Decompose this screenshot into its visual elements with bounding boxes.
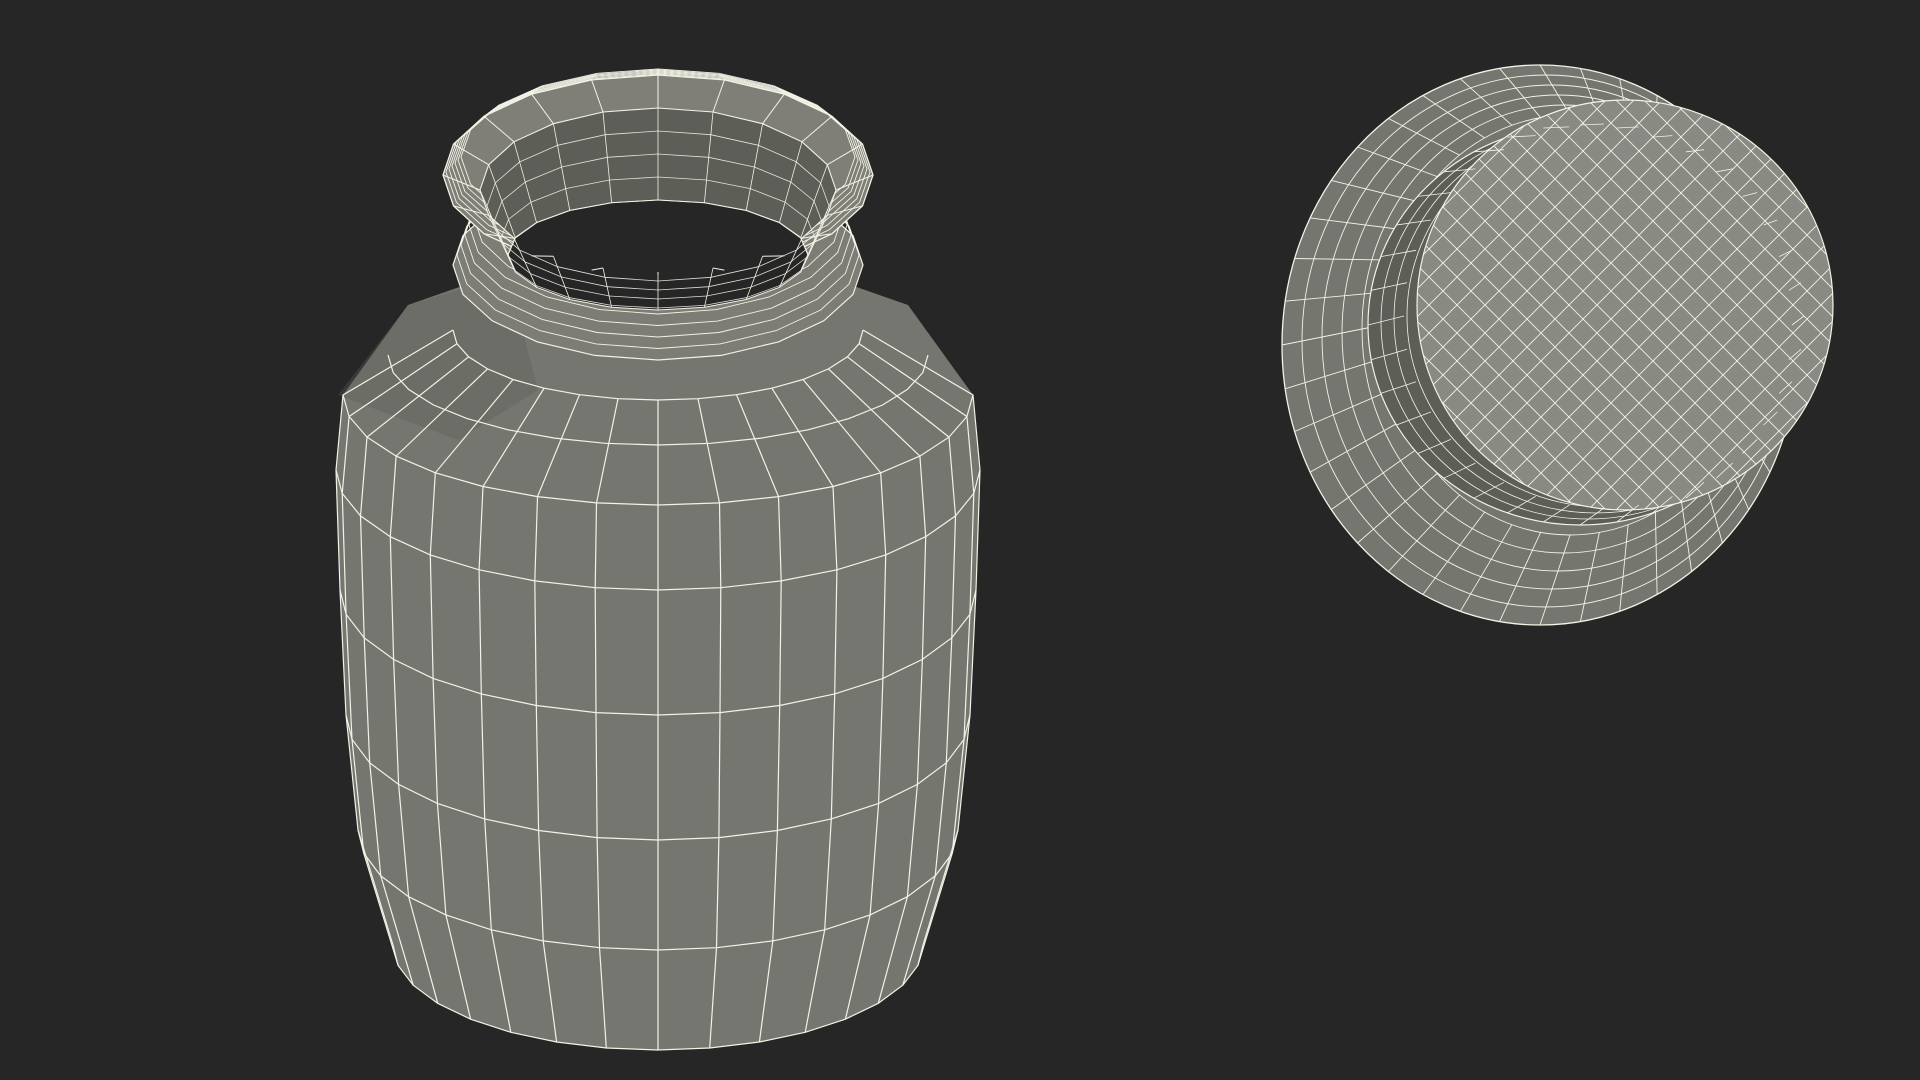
scene-canvas[interactable] [0, 0, 1920, 1080]
3d-viewport[interactable] [0, 0, 1920, 1080]
